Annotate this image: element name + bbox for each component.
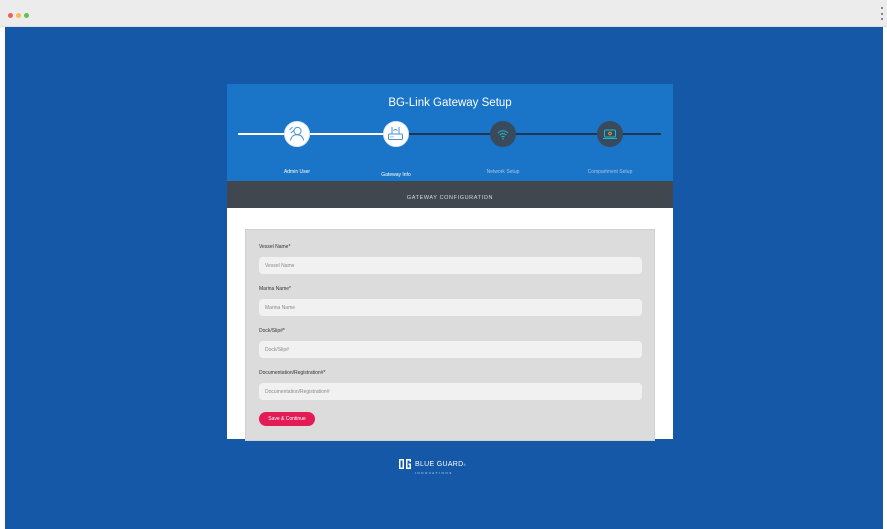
- router-icon: [388, 127, 403, 140]
- marina-name-label: Marina Name*: [259, 286, 291, 292]
- step-label-compartment-setup: Compartment Setup: [587, 169, 633, 175]
- step-label-admin-user: Admin User: [283, 169, 311, 175]
- vessel-name-input[interactable]: [259, 257, 642, 274]
- step-network-setup[interactable]: [490, 121, 516, 147]
- wifi-icon: [497, 130, 509, 140]
- page-title: BG-Link Gateway Setup: [388, 97, 512, 109]
- step-admin-user[interactable]: [284, 121, 310, 147]
- step-label-network-setup: Network Setup: [486, 169, 520, 175]
- step-compartment-setup[interactable]: [597, 121, 623, 147]
- brand-subtitle: INNOVATIONS: [415, 471, 453, 475]
- progress-line-complete: [238, 133, 398, 135]
- dock-slip-input[interactable]: [259, 341, 642, 358]
- brand-name: BLUE GUARD: [415, 461, 464, 468]
- brand-logo: BLUE GUARD® INNOVATIONS: [398, 457, 468, 475]
- section-title: GATEWAY CONFIGURATION: [406, 195, 494, 201]
- setup-card: BG-Link Gateway Setup Admin User Gateway…: [227, 84, 673, 441]
- blue-guard-logo-icon: [399, 459, 411, 469]
- section-bar: GATEWAY CONFIGURATION: [227, 188, 673, 208]
- marina-name-input[interactable]: [259, 299, 642, 316]
- step-gateway-info[interactable]: [383, 121, 409, 147]
- brand-registered-mark: ®: [463, 463, 468, 467]
- maximize-window-button[interactable]: [24, 13, 29, 18]
- documentation-registration-input[interactable]: [259, 383, 642, 400]
- minimize-window-button[interactable]: [16, 13, 21, 18]
- documentation-registration-label: Documentation/Registration#*: [259, 370, 326, 376]
- step-label-gateway-info: Gateway Info: [381, 172, 411, 178]
- dock-slip-label: Dock/Slip#*: [259, 328, 285, 334]
- page-viewport: BG-Link Gateway Setup Admin User Gateway…: [5, 27, 883, 529]
- setup-header: BG-Link Gateway Setup Admin User Gateway…: [227, 84, 673, 181]
- more-options-icon[interactable]: [880, 7, 884, 20]
- save-continue-button[interactable]: Save & Continue: [259, 412, 315, 426]
- close-window-button[interactable]: [8, 13, 13, 18]
- browser-chrome: [0, 0, 887, 27]
- gateway-form: Vessel Name* Marina Name* Dock/Slip#* Do…: [245, 229, 655, 441]
- vessel-name-label: Vessel Name*: [259, 244, 291, 250]
- header-divider: [227, 181, 673, 188]
- compartment-icon: [603, 129, 617, 139]
- user-icon: [289, 126, 304, 141]
